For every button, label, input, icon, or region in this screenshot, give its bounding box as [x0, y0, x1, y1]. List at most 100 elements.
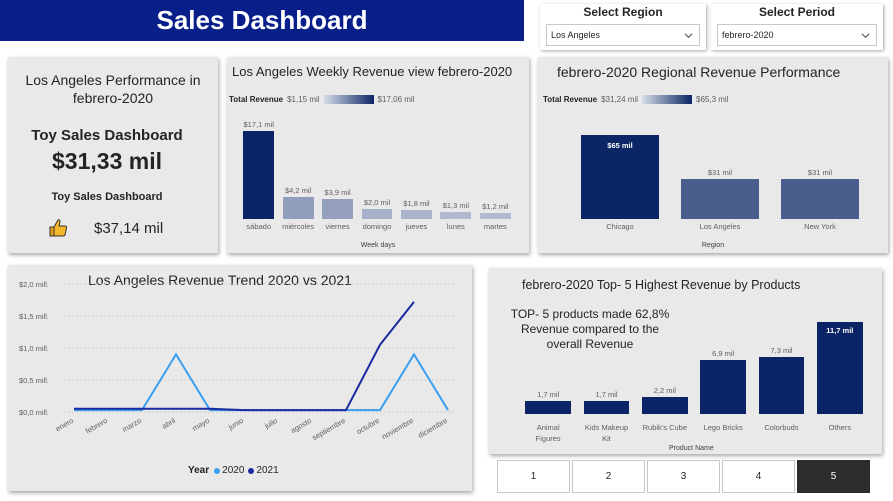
x-tick-label: Animal Figures — [535, 423, 561, 443]
x-tick-label: Kids Makeup Kit — [584, 423, 629, 443]
page-button-3[interactable]: 3 — [647, 460, 720, 493]
bar[interactable] — [758, 356, 805, 414]
x-tick-label: agosto — [289, 416, 313, 435]
x-tick-label: junio — [226, 416, 245, 432]
kpi-target-value: $37,14 mil — [94, 220, 164, 237]
gradient-scale — [323, 95, 374, 104]
y-tick-label: $2,0 mill. — [19, 280, 49, 289]
data-label: 6,9 mil — [712, 348, 735, 358]
trend-legend-title: Year — [188, 465, 210, 476]
bar[interactable] — [681, 178, 759, 219]
x-tick-label: Others — [828, 423, 852, 432]
x-tick-label: septiembre — [310, 416, 347, 442]
top-products-panel: febrero-2020 Top- 5 Highest Revenue by P… — [489, 268, 882, 454]
bar[interactable] — [361, 208, 393, 219]
x-tick-label: julio — [262, 416, 279, 431]
trend-legend-items: 2020 2021 — [214, 465, 279, 476]
bar[interactable] — [243, 131, 275, 219]
page-button-2[interactable]: 2 — [572, 460, 645, 493]
dashboard-title-banner: Sales Dashboard — [0, 0, 524, 41]
data-label: $1,2 mil — [482, 201, 509, 211]
bar[interactable] — [642, 396, 688, 414]
page-button-5[interactable]: 5 — [797, 460, 870, 493]
x-tick-label: martes — [483, 222, 507, 231]
x-tick-label: Los Angeles — [699, 222, 741, 231]
period-slicer-label: Select Period — [758, 5, 836, 19]
series-line-2021[interactable] — [74, 301, 415, 412]
weekly-revenue-panel: Los Angeles Weekly Revenue view febrero-… — [227, 57, 529, 253]
trend-legend: Year 2020 2021 — [188, 465, 279, 476]
region-dropdown[interactable]: Los Angeles — [546, 24, 700, 46]
x-tick-label: enero — [54, 416, 75, 433]
y-tick-label: $0,0 mill. — [19, 408, 49, 417]
gradient-scale — [642, 95, 693, 104]
data-label: $4,2 mil — [285, 186, 312, 196]
regional-legend-label: Total Revenue — [543, 95, 598, 104]
bar[interactable] — [401, 209, 432, 219]
bar[interactable] — [781, 178, 859, 219]
legend-item[interactable]: 2021 — [248, 465, 279, 476]
regional-chart-title: febrero-2020 Regional Revenue Performanc… — [557, 64, 841, 80]
legend-item[interactable]: 2020 — [214, 465, 244, 476]
region-slicer[interactable]: Select Region Los Angeles — [540, 4, 706, 50]
data-label: $3,9 mil — [324, 187, 351, 197]
x-tick-label: diciembre — [416, 416, 449, 440]
y-tick-label: $1,5 mill. — [19, 312, 49, 321]
y-tick-label: $0,5 mill. — [19, 376, 49, 385]
kpi-card: Los Angeles Performance in febrero-2020 … — [8, 57, 218, 253]
x-tick-label: marzo — [120, 416, 143, 434]
y-tick-label: $1,0 mill. — [19, 344, 49, 353]
regional-legend: Total Revenue $31,24 mil $65,3 mil — [543, 95, 728, 104]
regional-revenue-panel: febrero-2020 Regional Revenue Performanc… — [538, 57, 888, 253]
kpi-target-label: Toy Sales Dashboard — [51, 191, 163, 203]
trend-line-chart: $0,0 mill. $0,5 mill. $1,0 mill. $1,5 mill.… — [19, 280, 456, 442]
region-slicer-label: Select Region — [583, 5, 663, 19]
weekly-legend: Total Revenue $1,15 mil $17,06 mil — [229, 95, 414, 104]
bar[interactable] — [817, 322, 863, 414]
x-tick-label: domingo — [362, 222, 392, 231]
data-label: $2,0 mil — [363, 197, 391, 207]
weekly-x-axis-title: Week days — [360, 242, 396, 249]
data-label: $31 mil — [807, 167, 833, 177]
period-slicer[interactable]: Select Period febrero-2020 — [711, 4, 883, 50]
data-label: 7,3 mil — [770, 345, 793, 355]
products-bar-chart: 1,7 mil Animal Figures 1,7 mil Kids Makeup … — [519, 308, 869, 443]
bar[interactable] — [322, 198, 353, 219]
x-tick-label: Rubik's Cube — [642, 423, 687, 432]
legend-marker — [214, 467, 221, 474]
x-tick-label: viernes — [325, 222, 350, 231]
thumbs-up-icon — [49, 219, 68, 237]
data-label: 2,2 mil — [653, 385, 676, 395]
weekly-legend-label: Total Revenue — [229, 95, 284, 104]
bar[interactable] — [282, 197, 314, 219]
data-label: 1,7 mil — [595, 389, 618, 399]
series-line-2020[interactable] — [74, 352, 449, 412]
chevron-down-icon[interactable] — [684, 31, 693, 40]
x-tick-label: Colorbuds — [764, 423, 799, 432]
bar[interactable] — [700, 359, 746, 414]
bar[interactable] — [479, 212, 511, 219]
x-tick-label: abril — [160, 416, 177, 431]
revenue-trend-panel: Los Angeles Revenue Trend 2020 vs 2021 $… — [8, 265, 472, 491]
bar[interactable] — [440, 212, 472, 219]
x-tick-label: mayo — [191, 416, 211, 433]
regional-legend-min: $31,24 mil — [601, 95, 639, 104]
period-dropdown[interactable]: febrero-2020 — [717, 24, 877, 46]
region-dropdown-value: Los Angeles — [551, 30, 601, 40]
bar[interactable] — [583, 400, 630, 414]
legend-label: 2020 — [222, 465, 245, 476]
x-tick-label: Lego Bricks — [703, 423, 743, 432]
period-dropdown-value: febrero-2020 — [722, 30, 774, 40]
chevron-down-icon[interactable] — [861, 31, 870, 40]
data-label: 11,7 mil — [826, 326, 854, 335]
x-tick-label: Chicago — [606, 222, 634, 231]
regional-legend-max: $65,3 mil — [696, 95, 729, 104]
weekly-chart-title: Los Angeles Weekly Revenue view febrero-… — [232, 64, 513, 79]
bar[interactable] — [525, 400, 571, 414]
regional-bar-chart: $65 mil Chicago $31 mil Los Angeles $31 mil N… — [570, 121, 870, 235]
x-tick-label: sábado — [246, 222, 272, 231]
data-label: 1,7 mil — [537, 389, 560, 399]
page-button-1[interactable]: 1 — [497, 460, 570, 493]
products-chart-title: febrero-2020 Top- 5 Highest Revenue by P… — [522, 278, 801, 292]
page-button-4[interactable]: 4 — [722, 460, 795, 493]
